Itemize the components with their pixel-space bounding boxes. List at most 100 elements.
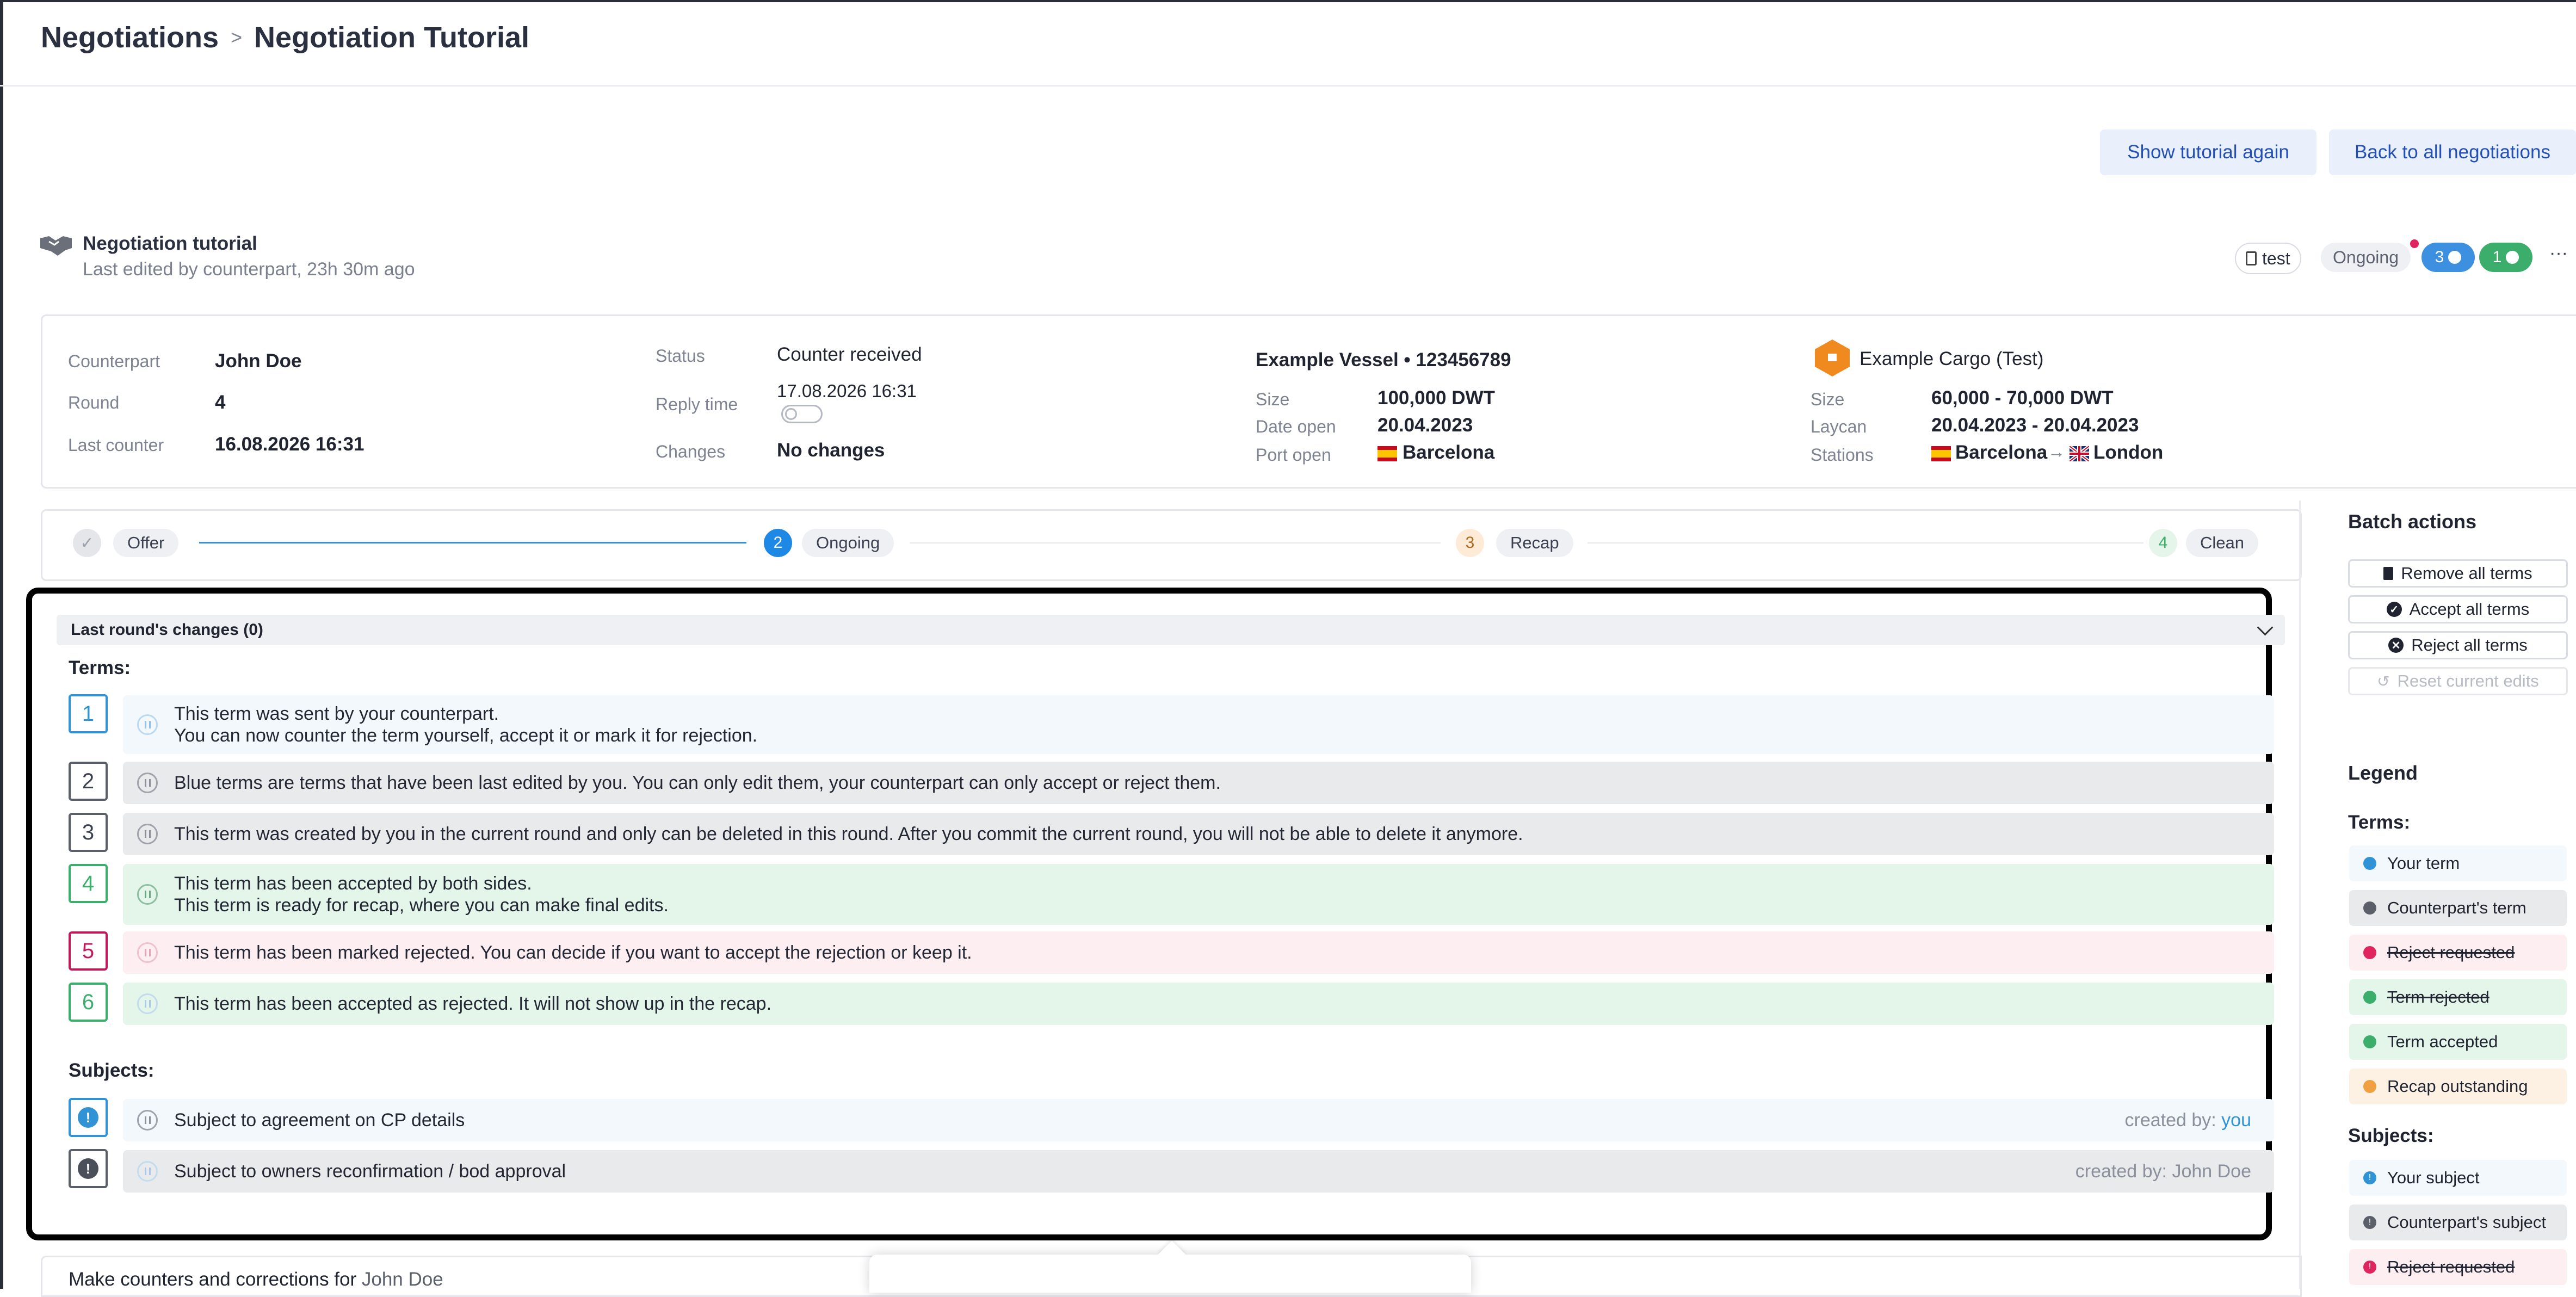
last-round-changes-title: Last round's changes (0) (71, 621, 263, 639)
legend-label: Reject requested (2387, 1257, 2515, 1276)
legend-counterpart-subject: ! Counterpart's subject (2349, 1205, 2567, 1240)
drag-handle-icon[interactable] (137, 773, 158, 793)
status-label: Status (656, 346, 705, 366)
reject-all-terms-button[interactable]: ✕ Reject all terms (2348, 631, 2568, 659)
drag-handle-icon[interactable] (137, 1110, 158, 1131)
drag-handle-icon[interactable] (137, 993, 158, 1014)
last-counter-label: Last counter (68, 435, 164, 455)
legend-label: Recap outstanding (2387, 1077, 2528, 1096)
show-tutorial-button[interactable]: Show tutorial again (2100, 129, 2316, 175)
arrow-right-icon: → (2048, 442, 2065, 461)
legend-your-term: Your term (2349, 845, 2567, 881)
vessel-size-value: 100,000 DWT (1377, 387, 1495, 409)
legend-recap-outstanding: Recap outstanding (2349, 1069, 2567, 1104)
term-number: 6 (69, 983, 108, 1022)
laycan-label: Laycan (1811, 417, 1867, 436)
legend-subject-reject-requested: ! Reject requested (2349, 1249, 2567, 1285)
progress-stepper (41, 509, 2302, 581)
uk-flag-icon (2068, 444, 2090, 463)
drag-handle-icon[interactable] (137, 824, 158, 844)
legend-reject-requested: Reject requested (2349, 935, 2567, 971)
port-open-value: Barcelona (1403, 442, 1495, 463)
last-counter-value: 16.08.2026 16:31 (215, 434, 365, 455)
breadcrumb: Negotiations > Negotiation Tutorial (41, 21, 529, 54)
legend-counterpart-term: Counterpart's term (2349, 890, 2567, 926)
remove-all-terms-button[interactable]: Remove all terms (2348, 559, 2568, 588)
changes-label: Changes (656, 442, 726, 461)
clock-icon (2448, 251, 2462, 264)
drag-handle-icon[interactable] (137, 884, 158, 905)
reply-time-label: Reply time (656, 394, 738, 414)
green-count-badge[interactable]: 1 (2479, 243, 2532, 272)
round-label: Round (68, 393, 120, 412)
legend-label: Reject requested (2387, 943, 2515, 962)
counters-label: Make counters and corrections for (69, 1269, 357, 1290)
cargo-size-value: 60,000 - 70,000 DWT (1931, 387, 2114, 409)
subject-row[interactable]: Subject to agreement on CP details creat… (123, 1099, 2274, 1141)
term-text-line1: This term has been accepted as rejected.… (174, 993, 772, 1014)
vessel-title[interactable]: Example Vessel • 123456789 (1256, 349, 1511, 371)
date-open-value: 20.04.2023 (1377, 415, 1473, 436)
document-tag[interactable]: test (2235, 243, 2301, 274)
created-by-prefix: created by: (2075, 1160, 2167, 1182)
green-dot-icon (2363, 991, 2376, 1004)
drag-handle-icon[interactable] (137, 1161, 158, 1182)
back-to-negotiations-button[interactable]: Back to all negotiations (2329, 129, 2576, 175)
term-text-line1: This term was created by you in the curr… (174, 824, 1523, 844)
status-pill: Ongoing (2321, 243, 2411, 272)
legend-label: Counterpart's term (2387, 898, 2526, 917)
step-ongoing-label[interactable]: Ongoing (802, 529, 894, 557)
term-row[interactable]: This term was sent by your counterpart. … (123, 695, 2274, 754)
drag-handle-icon[interactable] (137, 942, 158, 963)
x-circle-icon: ✕ (2388, 638, 2404, 653)
step-clean-label[interactable]: Clean (2186, 529, 2258, 557)
term-row[interactable]: This term has been accepted by both side… (123, 864, 2274, 925)
accept-all-terms-label: Accept all terms (2409, 600, 2530, 619)
blue-count-badge[interactable]: 3 (2421, 243, 2475, 272)
term-row[interactable]: This term was created by you in the curr… (123, 813, 2274, 855)
reset-current-edits-button[interactable]: ↺ Reset current edits (2348, 667, 2568, 695)
date-open-label: Date open (1256, 417, 1336, 436)
legend-title: Legend (2348, 762, 2418, 784)
reply-time-toggle[interactable] (781, 405, 823, 423)
subjects-heading: Subjects: (69, 1060, 155, 1081)
term-number: 4 (69, 864, 108, 903)
cargo-icon (1814, 338, 1851, 378)
orange-dot-icon (2363, 1080, 2376, 1093)
term-text-line2: This term is ready for recap, where you … (174, 895, 669, 916)
check-circle-icon: ✓ (2386, 602, 2402, 617)
document-tag-label: test (2262, 248, 2290, 268)
undo-icon: ↺ (2377, 672, 2390, 690)
negotiation-title: Negotiation tutorial (83, 233, 257, 254)
gray-dot-icon (2363, 901, 2376, 915)
counterpart-value: John Doe (215, 350, 302, 372)
laycan-value: 20.04.2023 - 20.04.2023 (1931, 415, 2139, 436)
term-row[interactable]: This term has been accepted as rejected.… (123, 983, 2274, 1025)
legend-label: Counterpart's subject (2387, 1213, 2546, 1232)
more-menu-icon[interactable]: ··· (2549, 243, 2568, 264)
term-row[interactable]: This term has been marked rejected. You … (123, 931, 2274, 974)
step-clean-number: 4 (2149, 529, 2177, 557)
legend-label: Your subject (2387, 1168, 2480, 1187)
check-icon (2506, 251, 2519, 264)
step-offer-label[interactable]: Offer (113, 529, 179, 557)
terms-heading: Terms: (69, 657, 131, 678)
reject-all-terms-label: Reject all terms (2411, 635, 2528, 654)
cargo-title[interactable]: Example Cargo (Test) (1860, 348, 2043, 370)
legend-label: Term rejected (2387, 987, 2489, 1006)
remove-all-terms-label: Remove all terms (2401, 564, 2532, 583)
green-count: 1 (2492, 248, 2502, 266)
subject-row[interactable]: Subject to owners reconfirmation / bod a… (123, 1150, 2274, 1193)
term-row[interactable]: Blue terms are terms that have been last… (123, 762, 2274, 804)
term-text-line1: This term was sent by your counterpart. (174, 703, 499, 724)
sidebar-divider (2299, 501, 2301, 1289)
step-recap-label[interactable]: Recap (1496, 529, 1573, 557)
last-round-changes-header[interactable]: Last round's changes (0) (57, 615, 2285, 645)
subject-created-by: created by: John Doe (2075, 1161, 2251, 1182)
created-by-prefix: created by: (2124, 1109, 2216, 1131)
breadcrumb-root[interactable]: Negotiations (41, 21, 219, 54)
accept-all-terms-button[interactable]: ✓ Accept all terms (2348, 595, 2568, 623)
station-from: Barcelona (1955, 442, 2048, 463)
drag-handle-icon[interactable] (137, 714, 158, 735)
legend-subjects-heading: Subjects: (2348, 1125, 2434, 1146)
